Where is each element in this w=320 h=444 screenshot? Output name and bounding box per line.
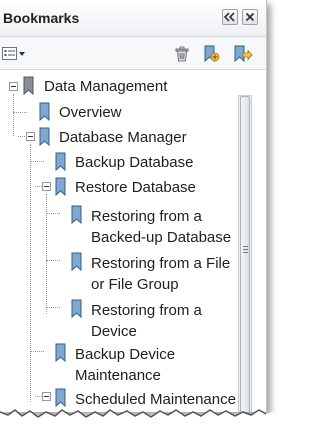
grip-line [243,252,248,253]
bookmarks-toolbar [0,37,266,70]
bookmark-icon [55,152,66,172]
options-menu-button[interactable] [2,46,26,62]
tree-connector [13,94,14,136]
tree-connector [46,260,60,261]
bookmark-icon [71,299,82,319]
bookmark-icon [39,127,50,147]
tree-connector [30,351,44,352]
tree-item-label: Database Manager [59,129,187,146]
collapse-toggle[interactable] [9,82,18,91]
bookmark-action-icon [234,45,253,63]
tree-item-label: Backup Database [75,154,194,171]
tree-item-label-line2: Device [91,323,137,340]
bookmark-icon [55,177,66,197]
tree-connector [46,194,47,314]
tree-connector [46,213,60,214]
tree-connector [30,144,31,402]
tree-item-label: Overview [59,104,122,121]
collapse-panel-button[interactable] [222,9,238,25]
bookmark-tree: Data Management Overview Database Manage… [0,70,236,412]
trash-icon [175,46,189,62]
panel-titlebar: Bookmarks [0,0,266,37]
collapse-toggle[interactable] [42,182,51,191]
tree-item-label-line2: Backed-up Database [91,229,232,246]
new-bookmark-icon [204,45,220,63]
bookmark-action-button[interactable] [231,44,253,64]
new-bookmark-button[interactable] [201,44,221,64]
collapse-toggle[interactable] [26,132,35,141]
collapse-toggle[interactable] [42,392,51,401]
bookmark-icon [55,343,66,363]
tree-item-label: Restore Database [75,179,196,196]
delete-bookmark-button[interactable] [173,45,191,63]
bookmark-icon [23,76,34,96]
close-panel-button[interactable] [242,9,258,25]
tree-item-label: Restoring from a File [91,255,231,272]
options-menu-icon [2,47,25,60]
bookmark-icon [39,102,50,122]
bookmark-icon [71,205,82,225]
bookmarks-panel: Bookmarks Data Management Overview Datab… [0,0,267,413]
tree-item-label: Data Management [44,78,168,95]
double-chevron-left-icon [223,12,235,22]
tree-item-label-line2: Maintenance [75,367,161,384]
scrollbar-thumb[interactable] [240,96,250,413]
torn-edge [0,409,280,444]
tree-connector [13,112,27,113]
bookmark-icon [71,252,82,272]
panel-title: Bookmarks [3,10,80,26]
grip-line [243,249,248,250]
tree-item-label: Backup Device [75,346,176,363]
grip-line [243,246,248,247]
tree-connector [46,307,60,308]
tree-item-label: Restoring from a [91,208,202,225]
tree-connector [30,161,44,162]
tree-item-label-line2: or File Group [91,276,179,293]
vertical-scrollbar[interactable] [238,95,252,413]
close-icon [245,12,255,22]
tree-item-label: Restoring from a [91,302,202,319]
